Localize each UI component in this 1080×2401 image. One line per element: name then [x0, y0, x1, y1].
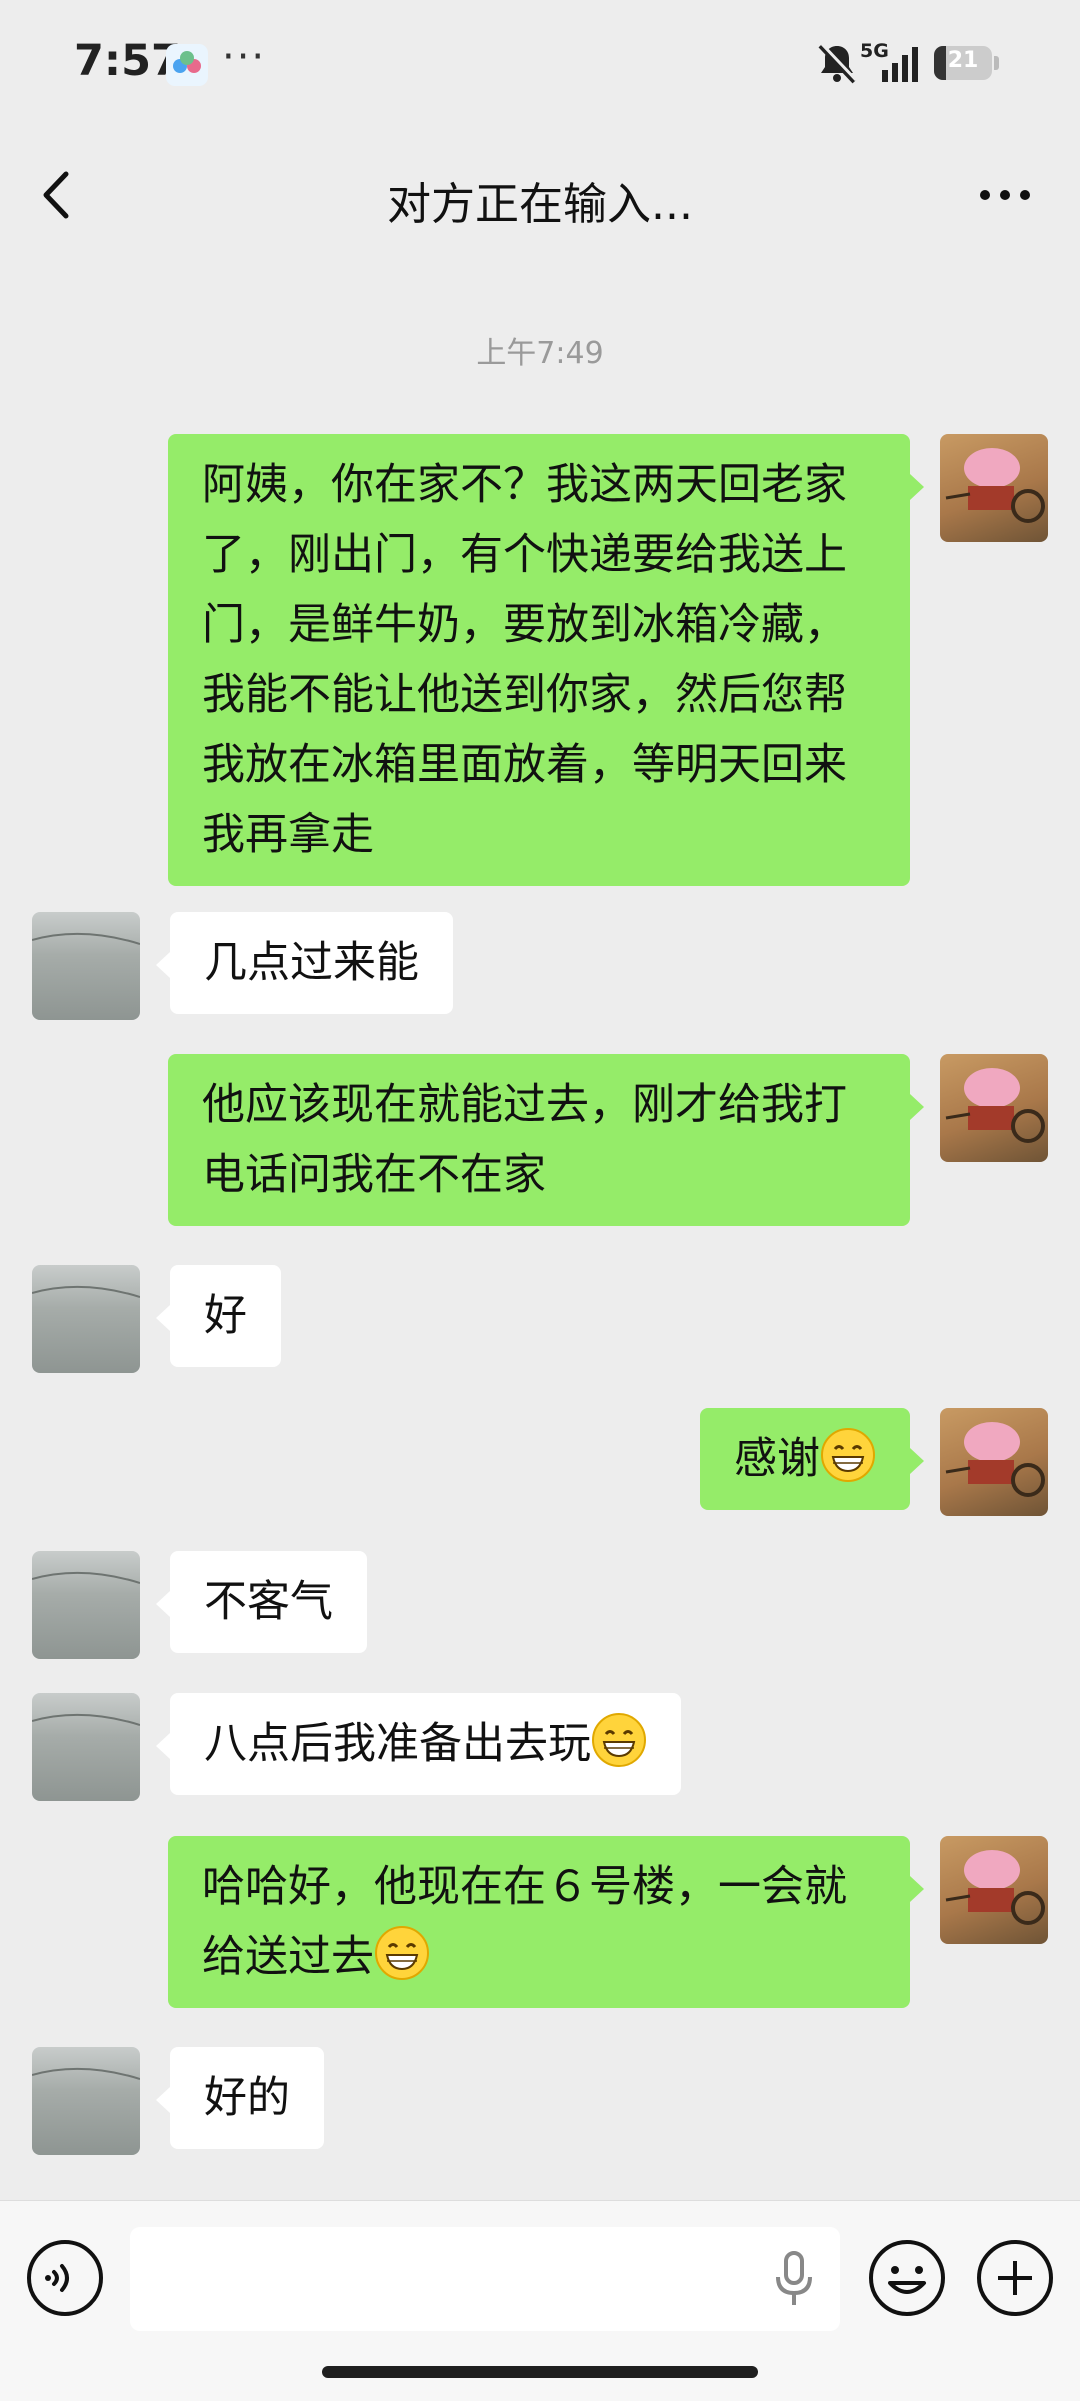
contact-avatar[interactable] [32, 1693, 140, 1801]
contact-avatar[interactable] [32, 1265, 140, 1373]
message-text: 感谢 [734, 1434, 820, 1484]
message-bubble[interactable]: 阿姨，你在家不？我这两天回老家 了，刚出门，有个快递要给我送上 门，是鲜牛奶，要… [168, 434, 910, 886]
message-input[interactable] [130, 2227, 840, 2331]
chat-title: 对方正在输入... [387, 179, 693, 230]
bubble-tail [156, 1305, 170, 1331]
message-bubble[interactable]: 八点后我准备出去玩 [170, 1693, 681, 1795]
message-text: 阿姨，你在家不？我这两天回老家 了，刚出门，有个快递要给我送上 门，是鲜牛奶，要… [202, 460, 847, 860]
message-text: 哈哈好，他现在在６号楼，一会就 给送过去 [202, 1862, 847, 1982]
message-bubble[interactable]: 好 [170, 1265, 281, 1367]
message-bubble[interactable]: 好的 [170, 2047, 324, 2149]
grin-emoji-icon [821, 1428, 875, 1482]
grin-emoji-icon [592, 1713, 646, 1767]
microphone-icon[interactable] [770, 2249, 818, 2309]
message-text: 八点后我准备出去玩 [204, 1719, 591, 1769]
bubble-tail [156, 1591, 170, 1617]
battery-level: 21 [947, 48, 979, 73]
plus-icon[interactable] [974, 2237, 1056, 2319]
bubble-tail [910, 1876, 924, 1902]
message-text: 好的 [204, 2073, 290, 2123]
chat-header: 对方正在输入... [0, 130, 1080, 260]
message-text: 好 [204, 1291, 247, 1341]
battery-icon: 21 [934, 46, 992, 80]
status-time: 7:57 [74, 36, 181, 86]
emoji-icon[interactable] [866, 2237, 948, 2319]
status-bar: 7:57 ··· 5G 21 [0, 0, 1080, 130]
status-more-dots: ··· [222, 34, 267, 80]
voice-icon[interactable] [24, 2237, 106, 2319]
home-indicator[interactable] [322, 2366, 758, 2378]
my-avatar[interactable] [940, 1408, 1048, 1516]
message-text: 他应该现在就能过去，刚才给我打 电话问我在不在家 [202, 1080, 847, 1200]
contact-avatar[interactable] [32, 912, 140, 1020]
my-avatar[interactable] [940, 434, 1048, 542]
bubble-tail [156, 2087, 170, 2113]
bubble-tail [910, 474, 924, 500]
message-bubble[interactable]: 哈哈好，他现在在６号楼，一会就 给送过去 [168, 1836, 910, 2008]
bubble-tail [910, 1448, 924, 1474]
more-options-button[interactable] [970, 160, 1040, 230]
message-text: 不客气 [204, 1577, 333, 1627]
message-bubble[interactable]: 感谢 [700, 1408, 910, 1510]
battery-tip [994, 56, 999, 70]
contact-avatar[interactable] [32, 1551, 140, 1659]
my-avatar[interactable] [940, 1054, 1048, 1162]
contact-avatar[interactable] [32, 2047, 140, 2155]
message-bubble[interactable]: 不客气 [170, 1551, 367, 1653]
message-bubble[interactable]: 他应该现在就能过去，刚才给我打 电话问我在不在家 [168, 1054, 910, 1226]
grin-emoji-icon [375, 1926, 429, 1980]
my-avatar[interactable] [940, 1836, 1048, 1944]
bubble-tail [156, 952, 170, 978]
signal-icon [880, 44, 922, 84]
message-text: 几点过来能 [204, 938, 419, 988]
message-bubble[interactable]: 几点过来能 [170, 912, 453, 1014]
app-notification-icon [166, 44, 208, 86]
bubble-tail [156, 1733, 170, 1759]
bubble-tail [910, 1094, 924, 1120]
mute-bell-icon [814, 40, 860, 86]
message-timestamp: 上午7:49 [476, 336, 604, 371]
